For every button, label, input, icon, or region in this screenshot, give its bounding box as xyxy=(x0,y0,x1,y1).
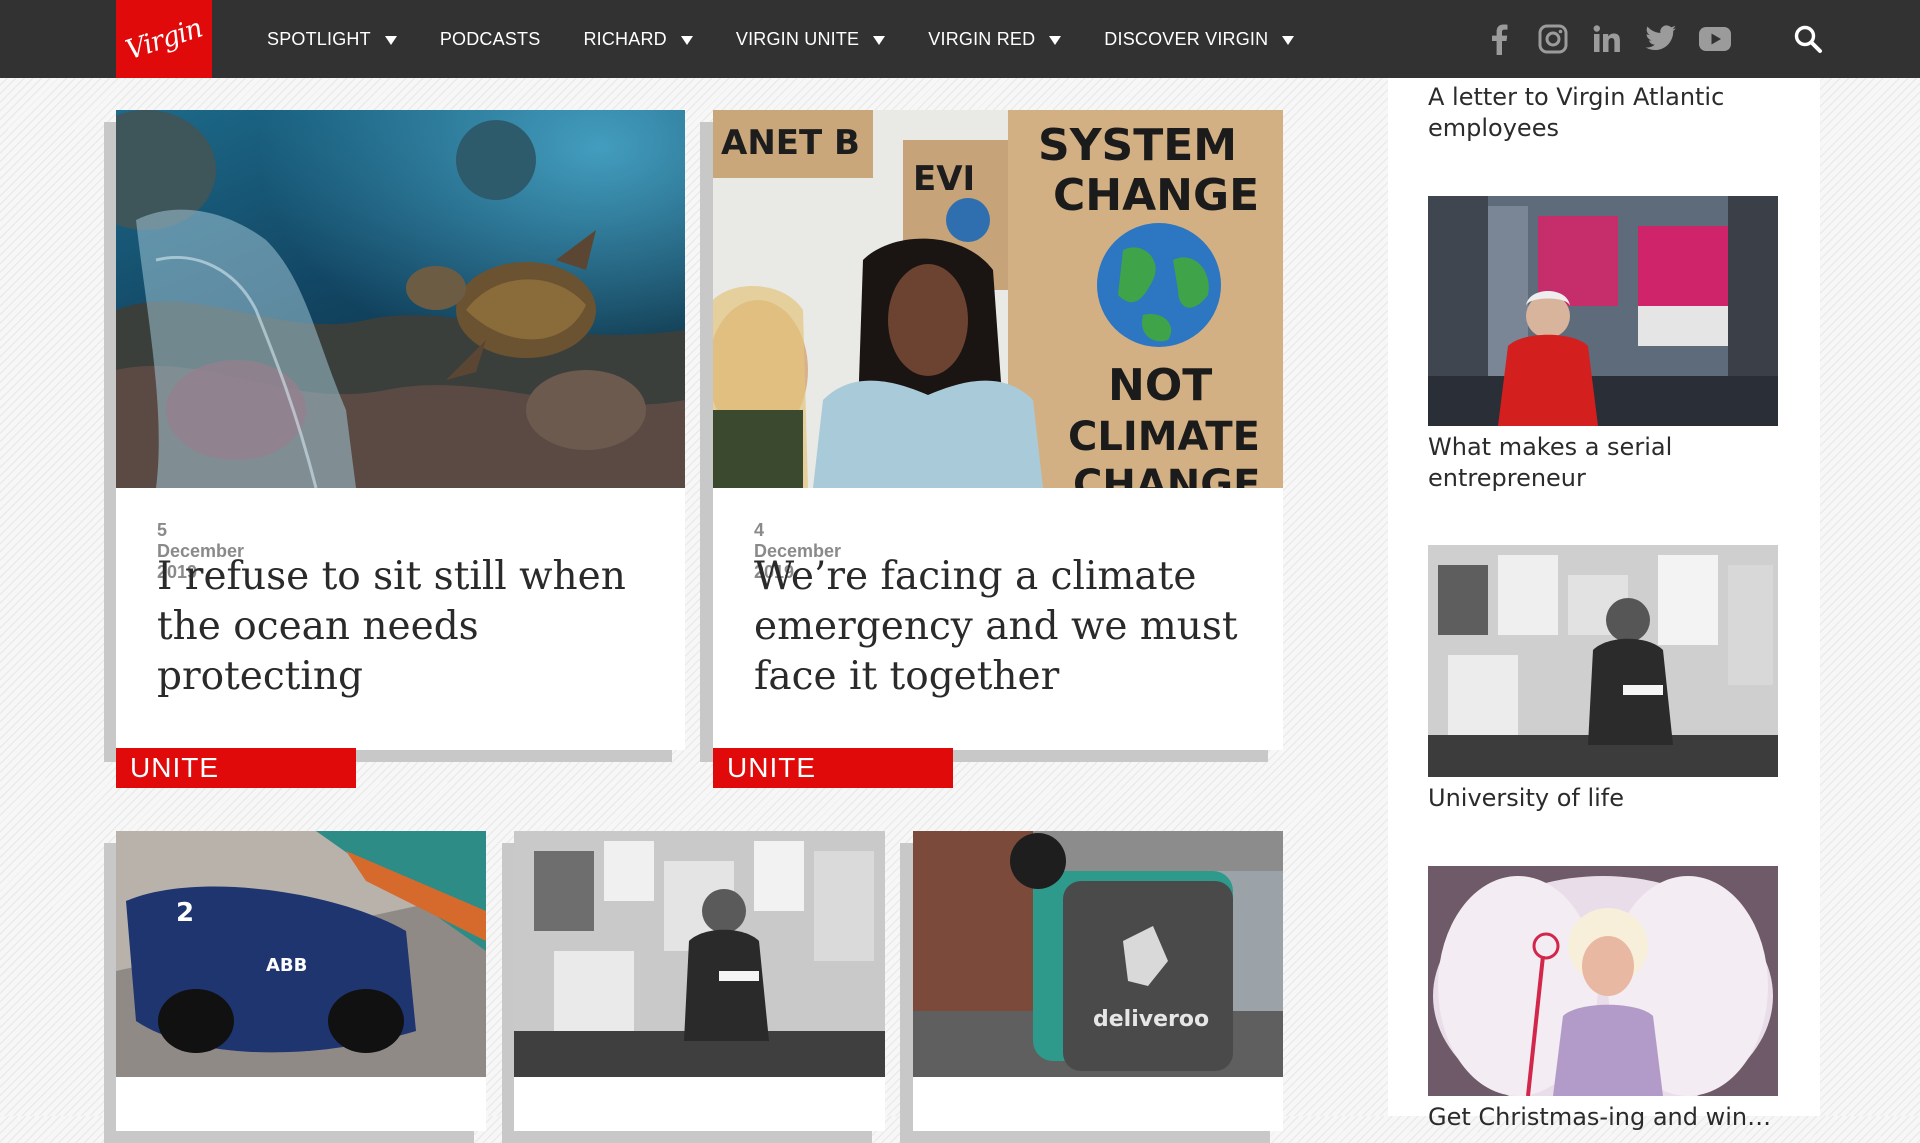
nav-item-label: VIRGIN RED xyxy=(928,28,1036,49)
nav-item-label: VIRGIN UNITE xyxy=(735,28,860,49)
nav-item-spotlight[interactable]: SPOTLIGHT xyxy=(267,29,397,50)
sidebar-item-title[interactable]: A letter to Virgin Atlantic employees xyxy=(1428,82,1778,144)
article-image[interactable]: deliveroo xyxy=(913,831,1283,1077)
svg-text:ABB: ABB xyxy=(266,955,307,976)
chevron-down-icon xyxy=(384,35,397,45)
nav-item-label: RICHARD xyxy=(583,28,667,49)
nav-item-podcasts[interactable]: PODCASTS xyxy=(440,29,541,50)
youtube-icon[interactable] xyxy=(1698,22,1732,56)
sidebar-item[interactable]: What makes a serial entrepreneur xyxy=(1428,196,1778,494)
svg-text:EVI: EVI xyxy=(913,159,975,199)
sidebar-item-title[interactable]: University of life xyxy=(1428,783,1778,814)
social-links xyxy=(1482,0,1752,78)
nav-item-discover-virgin[interactable]: DISCOVER VIRGIN xyxy=(1104,28,1295,50)
virgin-logo[interactable]: Virgin xyxy=(116,0,212,78)
svg-text:2: 2 xyxy=(176,898,194,928)
main-menu: SPOTLIGHT PODCASTS RICHARD VIRGIN UNITE … xyxy=(267,0,1337,78)
nav-item-label: SPOTLIGHT xyxy=(267,28,371,49)
linkedin-icon[interactable] xyxy=(1590,22,1624,56)
instagram-icon[interactable] xyxy=(1536,22,1570,56)
sidebar-item-title[interactable]: Get Christmas-ing and win… xyxy=(1428,1102,1778,1133)
nav-item-label: DISCOVER VIRGIN xyxy=(1104,28,1269,49)
svg-text:CHANGE: CHANGE xyxy=(1073,462,1260,488)
chevron-down-icon xyxy=(873,35,886,45)
svg-text:ANET B: ANET B xyxy=(721,123,860,163)
svg-text:NOT: NOT xyxy=(1108,360,1212,411)
category-tag[interactable]: UNITE xyxy=(713,748,953,788)
nav-item-label: PODCASTS xyxy=(439,28,541,49)
sidebar-item[interactable]: A letter to Virgin Atlantic employees xyxy=(1428,82,1778,144)
sidebar-item[interactable]: University of life xyxy=(1428,545,1778,814)
sidebar-item-image[interactable] xyxy=(1428,196,1778,426)
article-title[interactable]: I refuse to sit still when the ocean nee… xyxy=(157,552,647,702)
search-icon[interactable] xyxy=(1793,24,1823,54)
category-tag[interactable]: UNITE xyxy=(116,748,356,788)
svg-text:SYSTEM: SYSTEM xyxy=(1038,120,1237,171)
chevron-down-icon xyxy=(680,35,693,45)
svg-text:CHANGE: CHANGE xyxy=(1053,170,1259,221)
nav-item-virgin-red[interactable]: VIRGIN RED xyxy=(928,28,1062,50)
article-image[interactable]: 2 ABB xyxy=(116,831,486,1077)
facebook-icon[interactable] xyxy=(1482,22,1516,56)
svg-text:deliveroo: deliveroo xyxy=(1093,1007,1209,1032)
top-navigation-bar: Virgin SPOTLIGHT PODCASTS RICHARD VIRGIN… xyxy=(0,0,1920,78)
article-title[interactable]: We’re facing a climate emergency and we … xyxy=(754,552,1254,702)
article-image[interactable]: ANET B EVI SYSTEM CHANGE NOT CLIMATE CHA… xyxy=(713,110,1283,488)
chevron-down-icon xyxy=(1049,35,1062,45)
sidebar-related: A letter to Virgin Atlantic employees Wh… xyxy=(1388,78,1820,1131)
nav-item-richard[interactable]: RICHARD xyxy=(583,28,693,50)
sidebar-item-title[interactable]: What makes a serial entrepreneur xyxy=(1428,432,1778,494)
article-image[interactable] xyxy=(116,110,685,488)
chevron-down-icon xyxy=(1282,35,1295,45)
twitter-icon[interactable] xyxy=(1644,22,1678,56)
svg-text:CLIMATE: CLIMATE xyxy=(1068,414,1260,460)
nav-item-virgin-unite[interactable]: VIRGIN UNITE xyxy=(735,28,886,50)
sidebar-item-image[interactable] xyxy=(1428,866,1778,1096)
article-image[interactable] xyxy=(514,831,885,1077)
sidebar-item[interactable]: Get Christmas-ing and win… xyxy=(1428,866,1778,1133)
sidebar-item-image[interactable] xyxy=(1428,545,1778,777)
